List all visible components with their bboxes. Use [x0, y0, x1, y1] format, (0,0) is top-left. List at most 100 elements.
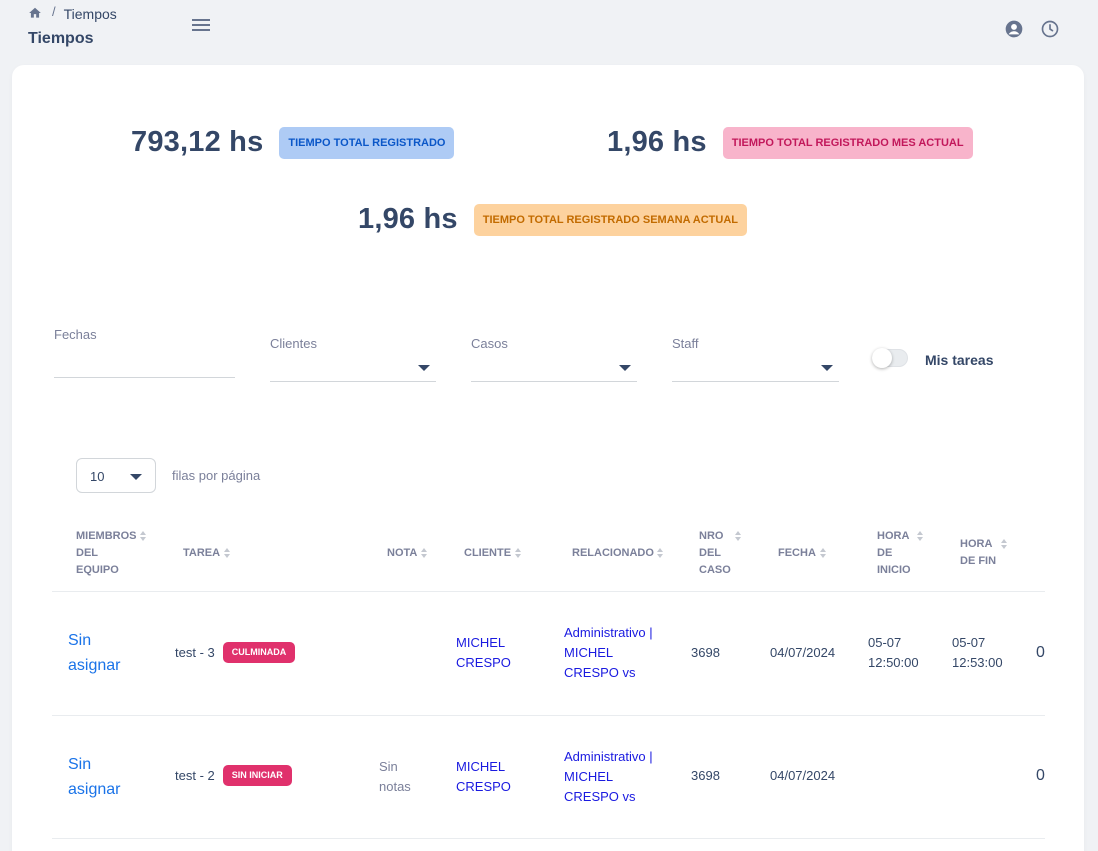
th-tarea[interactable]: TAREA [183, 545, 220, 562]
sort-icon[interactable] [916, 531, 924, 543]
home-icon[interactable] [28, 6, 44, 22]
row1-related-line3: CRESPO vs [564, 665, 636, 680]
row2-note-line1: Sin [379, 759, 398, 774]
stat-month-badge: TIEMPO TOTAL REGISTRADO MES ACTUAL [722, 126, 973, 159]
row1-start: 05-07 12:50:00 [868, 633, 919, 673]
sort-icon[interactable] [514, 548, 522, 560]
mis-tareas-label: Mis tareas [925, 352, 994, 368]
clock-icon[interactable] [1040, 19, 1060, 39]
casos-select[interactable] [471, 381, 637, 382]
th-cliente[interactable]: CLIENTE [464, 545, 511, 562]
row2-member-link[interactable]: Sin asignar [68, 752, 120, 802]
row1-related-link[interactable]: Administrativo | MICHEL CRESPO vs [564, 623, 653, 683]
sort-icon[interactable] [656, 548, 664, 560]
stat-week-value: 1,96 hs [358, 203, 458, 235]
th-hora-inicio-line3: INICIO [877, 564, 911, 576]
row1-member-line2: asignar [68, 657, 121, 674]
row1-status-badge: CULMINADA [222, 642, 296, 664]
top-bar: / Tiempos Tiempos [0, 0, 1098, 60]
table-divider [52, 838, 1045, 839]
row1-client-link[interactable]: MICHEL CRESPO [456, 633, 511, 673]
th-relacionado[interactable]: RELACIONADO [572, 545, 654, 562]
th-miembros-line1: MIEMBROS [76, 530, 137, 542]
th-nro-line3: CASO [699, 564, 731, 576]
row1-date: 04/07/2024 [770, 645, 836, 660]
row1-related-line2: MICHEL [564, 645, 614, 660]
staff-chevron-down-icon[interactable] [821, 365, 833, 371]
row2-related-line1: Administrativo | [564, 749, 653, 764]
sort-icon[interactable] [139, 531, 147, 543]
account-icon[interactable] [1004, 19, 1024, 39]
clientes-select[interactable] [270, 381, 436, 382]
stat-total-badge: TIEMPO TOTAL REGISTRADO [279, 126, 455, 159]
row2-related-link[interactable]: Administrativo | MICHEL CRESPO vs [564, 747, 653, 807]
th-fecha[interactable]: FECHA [778, 545, 816, 562]
row1-member-link[interactable]: Sin asignar [68, 628, 120, 678]
staff-select[interactable] [672, 381, 839, 382]
stat-week-badge: TIEMPO TOTAL REGISTRADO SEMANA ACTUAL [473, 203, 747, 236]
row2-status-badge: SIN INICIAR [222, 765, 292, 787]
rows-per-page-select[interactable]: 10 [76, 458, 156, 493]
th-hora-fin[interactable]: HORA DE FIN [960, 536, 996, 570]
th-nota[interactable]: NOTA [387, 545, 417, 562]
row1-start-date: 05-07 [868, 635, 902, 650]
page-title: Tiempos [28, 30, 94, 47]
sort-icon[interactable] [734, 531, 742, 543]
th-hora-inicio-line2: DE [877, 547, 893, 559]
th-nro-line1: NRO [699, 530, 724, 542]
sort-icon[interactable] [223, 548, 231, 560]
row1-task: test - 3 CULMINADA [175, 642, 296, 664]
row2-related-line3: CRESPO vs [564, 789, 636, 804]
row2-extra: 0 [1036, 767, 1045, 784]
stat-month-value: 1,96 hs [607, 126, 707, 158]
row2-client-link[interactable]: MICHEL CRESPO [456, 757, 511, 797]
th-nro-line2: DEL [699, 547, 721, 559]
toggle-knob [872, 348, 892, 368]
chevron-down-icon [130, 474, 142, 480]
fechas-input[interactable] [54, 377, 235, 378]
casos-chevron-down-icon[interactable] [619, 365, 631, 371]
row2-client-line1: MICHEL [456, 759, 506, 774]
row1-client-line1: MICHEL [456, 635, 506, 650]
stat-month: 1,96 hs TIEMPO TOTAL REGISTRADO MES ACTU… [607, 126, 973, 159]
row2-related-line2: MICHEL [564, 769, 614, 784]
table-divider [52, 591, 1045, 592]
th-nro-caso[interactable]: NRO DEL CASO [699, 528, 731, 579]
th-hora-fin-line2: DE FIN [960, 555, 997, 567]
staff-label: Staff [672, 336, 699, 351]
row2-member-line2: asignar [68, 781, 121, 798]
row2-case-number: 3698 [691, 768, 720, 783]
stat-total-value: 793,12 hs [131, 126, 264, 158]
row2-note: Sin notas [379, 757, 411, 797]
th-hora-fin-line1: HORA [960, 538, 993, 550]
sort-icon[interactable] [1000, 539, 1008, 551]
row2-client-line2: CRESPO [456, 779, 511, 794]
stat-total: 793,12 hs TIEMPO TOTAL REGISTRADO [131, 126, 455, 159]
fechas-label: Fechas [54, 327, 97, 342]
row1-member-line1: Sin [68, 632, 92, 649]
rows-per-page-label: filas por página [172, 468, 261, 483]
sort-icon[interactable] [819, 548, 827, 560]
row2-date: 04/07/2024 [770, 768, 836, 783]
row2-task-name: test - 2 [175, 768, 215, 783]
casos-label: Casos [471, 336, 508, 351]
th-hora-inicio[interactable]: HORA DE INICIO [877, 528, 911, 579]
sort-icon[interactable] [420, 548, 428, 560]
row1-task-name: test - 3 [175, 645, 215, 660]
th-hora-inicio-line1: HORA [877, 530, 910, 542]
mis-tareas-toggle[interactable] [872, 348, 908, 368]
row1-start-time: 12:50:00 [868, 655, 919, 670]
main-card [12, 65, 1084, 851]
table-divider [52, 715, 1045, 716]
row1-extra: 0 [1036, 644, 1045, 661]
rows-per-page-value: 10 [90, 469, 105, 484]
stat-week: 1,96 hs TIEMPO TOTAL REGISTRADO SEMANA A… [358, 203, 747, 236]
breadcrumb: / Tiempos [28, 3, 117, 22]
th-miembros[interactable]: MIEMBROS DEL EQUIPO [76, 528, 137, 579]
row1-end: 05-07 12:53:00 [952, 633, 1003, 673]
breadcrumb-separator: / [52, 3, 56, 19]
menu-icon[interactable] [191, 16, 211, 34]
th-miembros-line3: EQUIPO [76, 564, 119, 576]
clientes-chevron-down-icon[interactable] [418, 365, 430, 371]
breadcrumb-current: Tiempos [63, 6, 117, 22]
